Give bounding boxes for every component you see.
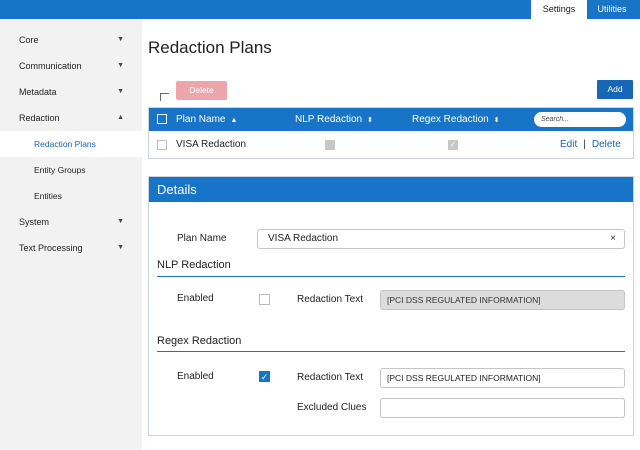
sort-icon: ⬍ — [493, 117, 500, 124]
clear-icon[interactable]: × — [610, 230, 616, 248]
regex-redaction-text-field[interactable]: [PCI DSS REGULATED INFORMATION] — [380, 368, 625, 388]
sidebar-item-text-processing[interactable]: Text Processing ▼ — [0, 235, 142, 261]
page-title: Redaction Plans — [148, 38, 272, 57]
sidebar: Core ▼ Communication ▼ Metadata ▼ Redact… — [0, 19, 142, 450]
regex-enabled-label: Enabled — [177, 371, 214, 382]
sidebar-item-label: Metadata — [19, 87, 57, 97]
sidebar-item-label: Text Processing — [19, 243, 83, 253]
nlp-enabled-checkbox[interactable] — [259, 294, 270, 305]
plan-name-label: Plan Name — [177, 233, 227, 244]
chevron-down-icon: ▼ — [117, 244, 124, 251]
delete-button[interactable]: Delete — [176, 81, 227, 100]
sidebar-item-label: System — [19, 217, 50, 227]
table-header: Plan Name ▲ NLP Redaction ⬍ Regex Redactio… — [149, 108, 633, 131]
nlp-section-title: NLP Redaction — [157, 259, 231, 271]
chevron-down-icon: ▼ — [117, 88, 124, 95]
chevron-up-icon: ▲ — [117, 114, 124, 121]
plan-name-input[interactable]: VISA Redaction × — [257, 229, 625, 249]
column-header-regex-redaction[interactable]: Regex Redaction ⬍ — [412, 108, 500, 131]
plans-table: Plan Name ▲ NLP Redaction ⬍ Regex Redactio… — [148, 107, 634, 159]
nlp-enabled-label: Enabled — [177, 293, 214, 304]
top-bar: Settings Utilities — [0, 0, 640, 19]
details-title: Details — [149, 177, 633, 202]
chevron-down-icon: ▼ — [117, 62, 124, 69]
selection-corner-icon — [160, 93, 169, 101]
regex-section-divider — [157, 351, 625, 352]
tab-utilities[interactable]: Utilities — [587, 0, 637, 19]
row-checkbox[interactable] — [157, 140, 167, 150]
sort-asc-icon: ▲ — [230, 117, 238, 124]
sidebar-item-metadata[interactable]: Metadata ▼ — [0, 79, 142, 105]
column-header-nlp-redaction[interactable]: NLP Redaction ⬍ — [295, 108, 373, 131]
sidebar-item-core[interactable]: Core ▼ — [0, 27, 142, 53]
nlp-redaction-text-label: Redaction Text — [297, 294, 363, 305]
regex-redaction-checkbox: ✓ — [448, 140, 458, 150]
sidebar-item-label: Redaction — [19, 113, 60, 123]
edit-link[interactable]: Edit — [560, 139, 577, 150]
details-panel: Details Plan Name VISA Redaction × NLP R… — [148, 176, 634, 436]
select-all-checkbox[interactable] — [157, 114, 167, 124]
sidebar-item-communication[interactable]: Communication ▼ — [0, 53, 142, 79]
excluded-clues-label: Excluded Clues — [297, 402, 367, 413]
plan-name-cell: VISA Redaction — [176, 139, 247, 150]
table-row[interactable]: VISA Redaction ✓ Edit | Delete — [149, 131, 633, 158]
sort-icon: ⬍ — [367, 117, 373, 124]
tab-settings[interactable]: Settings — [531, 0, 587, 19]
nlp-redaction-text-field: [PCI DSS REGULATED INFORMATION] — [380, 290, 625, 310]
excluded-clues-field[interactable] — [380, 398, 625, 418]
sidebar-item-redaction[interactable]: Redaction ▲ — [0, 105, 142, 131]
search-input[interactable] — [534, 112, 626, 127]
chevron-down-icon: ▼ — [117, 218, 124, 225]
regex-section-title: Regex Redaction — [157, 335, 242, 347]
sidebar-item-system[interactable]: System ▼ — [0, 209, 142, 235]
regex-redaction-text-label: Redaction Text — [297, 372, 363, 383]
delete-link[interactable]: Delete — [592, 139, 621, 150]
nlp-redaction-checkbox — [325, 140, 335, 150]
row-actions: Edit | Delete — [560, 131, 621, 158]
nlp-section-divider — [157, 276, 625, 277]
column-header-plan-name[interactable]: Plan Name ▲ — [176, 108, 237, 131]
chevron-down-icon: ▼ — [117, 36, 124, 43]
add-button[interactable]: Add — [597, 80, 633, 99]
sidebar-subitem-entity-groups[interactable]: Entity Groups — [0, 157, 142, 183]
sidebar-subitem-entities[interactable]: Entities — [0, 183, 142, 209]
sidebar-item-label: Communication — [19, 61, 82, 71]
plan-name-value: VISA Redaction — [268, 233, 339, 244]
action-separator: | — [583, 139, 586, 150]
sidebar-item-label: Core — [19, 35, 39, 45]
sidebar-subitem-redaction-plans[interactable]: Redaction Plans — [0, 131, 142, 157]
regex-enabled-checkbox[interactable]: ✓ — [259, 371, 270, 382]
